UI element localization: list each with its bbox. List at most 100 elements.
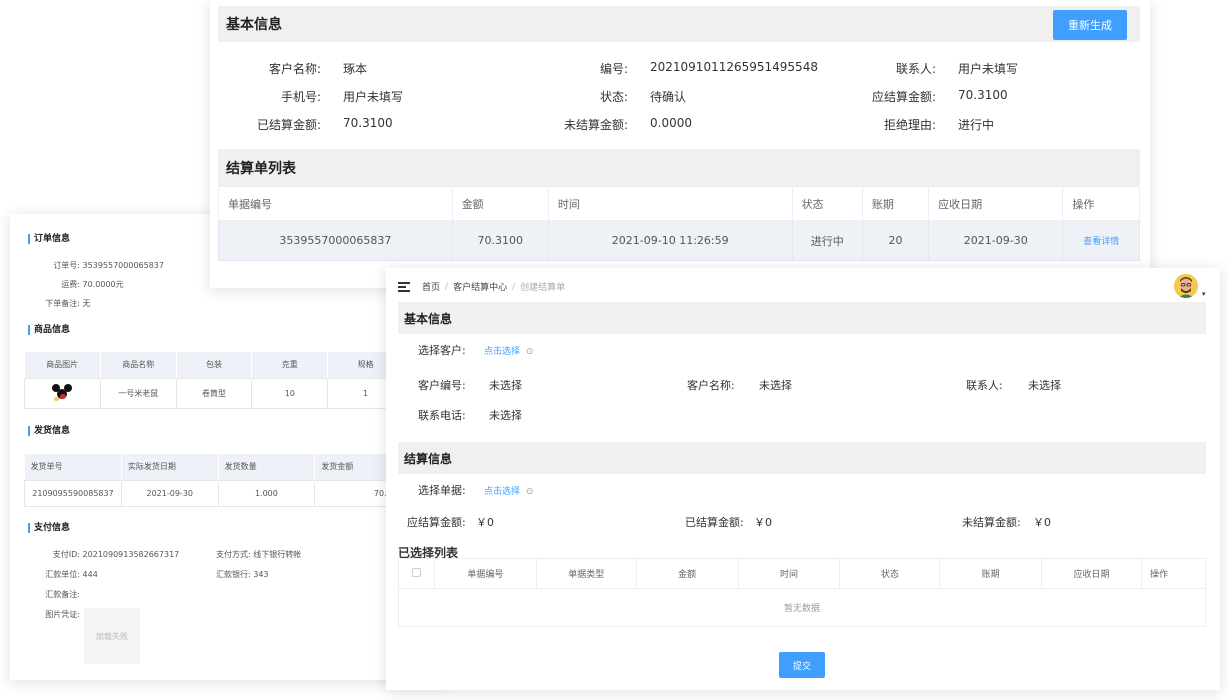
detail-row-3: 已结算金额: 70.3100 未结算金额: 0.0000 拒绝理由: 进行中	[210, 116, 1150, 132]
remit-note-row: 汇款备注:	[24, 589, 80, 600]
status-cell: 进行中	[791, 220, 863, 261]
goods-name-cell: 一号米老鼠	[99, 377, 177, 409]
contact-label: 联系人:	[966, 379, 1003, 392]
order-no-value: 3539557000065837	[82, 261, 164, 270]
period-cell: 20	[861, 220, 930, 261]
select-customer-link[interactable]: 点击选择 ⊙	[484, 344, 533, 357]
breadcrumb-current: 创建结算单	[520, 283, 566, 293]
selected-list-table: 单据编号 单据类型 金额 时间 状态 账期 应收日期 操作 暂无数据	[398, 558, 1207, 627]
remit-note-label: 汇款备注:	[45, 590, 80, 599]
table-row: 3539557000065837 70.3100 2021-09-10 11:2…	[218, 220, 1140, 261]
breadcrumb-home[interactable]: 首页	[422, 280, 440, 293]
col-amount: 金额	[635, 558, 739, 589]
create-settlement-panel: 首页 / 客户结算中心 / 创建结算单 ▾ 基本信息 选择客户: 点击选择 ⊙ …	[386, 268, 1220, 690]
settlement-list-table: 单据编号 金额 时间 状态 账期 应收日期 操作 353955700006583…	[218, 186, 1140, 261]
col-action: 操作	[1140, 558, 1207, 589]
goods-col-weight: 克重	[251, 352, 329, 378]
settlement-detail-panel: 基本信息 重新生成 客户名称: 琢本 编号: 20210910112659514…	[210, 0, 1150, 288]
phone-label: 手机号:	[280, 90, 321, 104]
remit-unit-row: 汇款单位: 444	[24, 569, 98, 580]
goods-table-header: 商品图片 商品名称 包装 克重 规格	[24, 352, 404, 378]
action-cell: 查看详情	[1062, 220, 1140, 261]
settle-info-header: 结算信息	[398, 442, 1206, 474]
phone-value: 未选择	[489, 409, 522, 422]
customer-name-value: 未选择	[759, 379, 792, 392]
shipping-table: 发货单号 实际发货日期 发货数量 发货金额 2109095590085837 2…	[24, 454, 412, 507]
col-due-date: 应收日期	[1041, 558, 1142, 589]
basic-info-header: 基本信息	[398, 302, 1206, 334]
breadcrumb: 首页 / 客户结算中心 / 创建结算单	[398, 280, 565, 293]
select-all-checkbox[interactable]	[411, 567, 421, 577]
col-due-date: 应收日期	[928, 186, 1064, 221]
selected-table-header: 单据编号 单据类型 金额 时间 状态 账期 应收日期 操作	[398, 558, 1207, 589]
settlement-list-title: 结算单列表	[226, 160, 296, 177]
payable-value: ￥0	[476, 516, 494, 529]
settlement-list-header: 结算单列表	[218, 149, 1140, 186]
close-circle-icon[interactable]: ⊙	[526, 347, 534, 357]
avatar[interactable]	[1174, 274, 1198, 298]
amount-cell: 70.3100	[451, 220, 549, 261]
view-detail-link[interactable]: 查看详情	[1083, 237, 1119, 247]
goods-info-title: 商品信息	[28, 325, 70, 335]
settlement-table-header: 单据编号 金额 时间 状态 账期 应收日期 操作	[218, 186, 1140, 221]
unsettled-value: ￥0	[1033, 516, 1051, 529]
payable-value: 70.3100	[958, 88, 1008, 102]
settled-value: 70.3100	[343, 116, 393, 130]
settled-value: ￥0	[754, 516, 772, 529]
customer-code-label: 客户编号:	[418, 379, 466, 392]
col-doc-type: 单据类型	[535, 558, 637, 589]
settle-info-title: 结算信息	[404, 451, 453, 466]
unsettled-label: 未结算金额:	[563, 118, 628, 132]
goods-table: 商品图片 商品名称 包装 克重 规格 一号米老鼠 卷筒型 10 1	[24, 352, 404, 409]
goods-package-cell: 卷筒型	[175, 377, 253, 409]
code-label: 编号:	[599, 62, 628, 76]
freight-row: 运费: 70.0000元	[24, 279, 123, 290]
unsettled-value: 0.0000	[650, 116, 692, 130]
payment-proof-image[interactable]: 加载失败	[84, 608, 140, 664]
reject-reason-value: 进行中	[958, 118, 995, 132]
detail-row-2: 手机号: 用户未填写 状态: 待确认 应结算金额: 70.3100	[210, 88, 1150, 104]
basic-info-title: 基本信息	[404, 311, 453, 326]
breadcrumb-separator: /	[445, 281, 449, 292]
order-info-title: 订单信息	[28, 234, 70, 244]
basic-info-header: 基本信息	[218, 6, 1140, 42]
select-doc-link[interactable]: 点击选择 ⊙	[484, 484, 533, 497]
payable-label: 应结算金额:	[407, 516, 466, 529]
remit-unit-value: 444	[82, 570, 98, 579]
select-all-checkbox-cell	[398, 558, 435, 589]
remark-value: 无	[82, 299, 91, 308]
mickey-mouse-image	[50, 383, 74, 401]
payable-label: 应结算金额:	[871, 90, 936, 104]
doc-no-cell: 3539557000065837	[218, 220, 453, 261]
pay-id-value: 2021090913582667317	[82, 550, 180, 559]
select-customer-text: 点击选择	[484, 347, 521, 357]
customer-name-value: 琢本	[343, 62, 368, 76]
payment-info-title: 支付信息	[28, 523, 70, 533]
goods-col-package: 包装	[176, 352, 253, 378]
ship-col-no: 发货单号	[24, 454, 122, 480]
unsettled-label: 未结算金额:	[962, 516, 1021, 529]
ship-date-cell: 2021-09-30	[120, 479, 219, 507]
remit-bank-value: 343	[253, 570, 269, 579]
remit-bank-row: 汇款银行: 343	[216, 569, 269, 580]
close-circle-icon[interactable]: ⊙	[526, 487, 534, 497]
customer-name-label: 客户名称:	[687, 379, 735, 392]
settled-label: 已结算金额:	[256, 118, 321, 132]
contact-value: 未选择	[1028, 379, 1061, 392]
shipping-table-header: 发货单号 实际发货日期 发货数量 发货金额	[24, 454, 412, 480]
submit-button[interactable]: 提交	[779, 652, 825, 678]
breadcrumb-settlement-center[interactable]: 客户结算中心	[453, 280, 507, 293]
menu-fold-icon[interactable]	[398, 282, 410, 292]
customer-name-label: 客户名称:	[268, 62, 321, 76]
caret-down-icon[interactable]: ▾	[1202, 290, 1206, 298]
time-cell: 2021-09-10 11:26:59	[547, 220, 793, 261]
contact-value: 用户未填写	[958, 62, 1019, 76]
due-date-cell: 2021-09-30	[928, 220, 1064, 261]
empty-row: 暂无数据	[398, 588, 1206, 627]
ship-col-qty: 发货数量	[218, 454, 316, 480]
goods-col-image: 商品图片	[24, 352, 101, 378]
col-status: 状态	[839, 558, 941, 589]
col-period: 账期	[861, 186, 930, 221]
col-time: 时间	[737, 558, 841, 589]
regenerate-button[interactable]: 重新生成	[1053, 10, 1127, 40]
